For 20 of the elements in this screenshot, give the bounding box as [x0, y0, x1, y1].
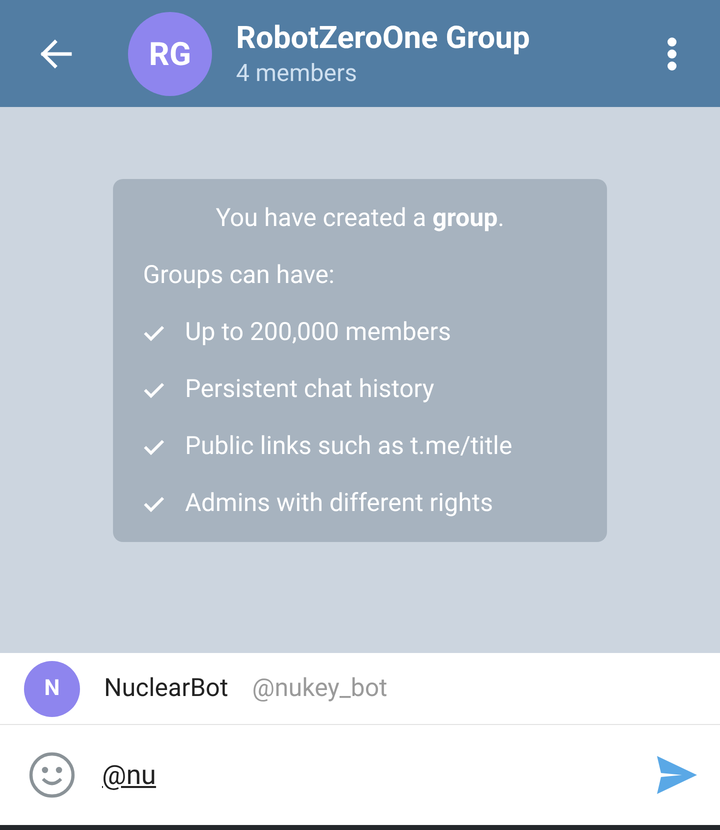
feature-text: Up to 200,000 members [185, 316, 452, 348]
message-title: You have created a group. [214, 202, 506, 234]
bot-avatar: N [24, 660, 80, 716]
message-subtitle: Groups can have: [143, 260, 336, 292]
send-icon [656, 755, 698, 795]
more-vertical-icon [667, 36, 677, 70]
feature-text: Persistent chat history [185, 374, 434, 406]
group-avatar: RG [128, 12, 212, 96]
member-count: 4 members [236, 58, 358, 88]
smiley-icon [28, 751, 76, 799]
back-arrow-icon [39, 38, 73, 68]
feature-text: Admins with different rights [185, 488, 493, 520]
mention-suggestion[interactable]: N NuclearBot @nukey_bot [0, 653, 720, 725]
bot-name: NuclearBot [104, 672, 228, 705]
send-button[interactable] [652, 725, 720, 825]
message-input[interactable]: @nu [102, 725, 652, 825]
feature-text: Public links such as t.me/title [185, 430, 512, 462]
emoji-button[interactable] [0, 725, 102, 825]
chat-title: RobotZeroOne Group [236, 18, 531, 56]
bot-username: @nukey_bot [252, 672, 388, 705]
